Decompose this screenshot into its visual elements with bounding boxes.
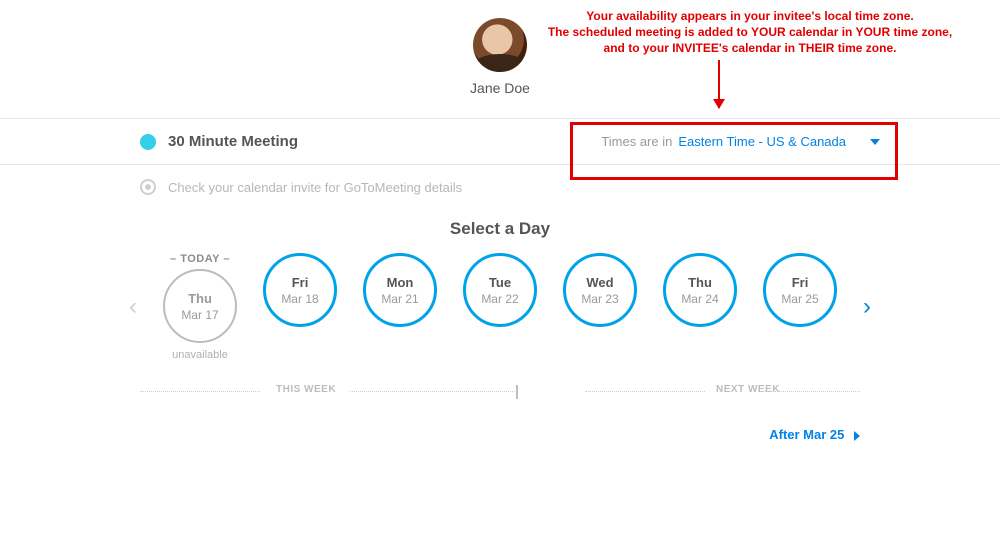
day-of-week: Thu	[688, 275, 712, 290]
next-week-label: NEXT WEEK	[710, 384, 786, 395]
day-option[interactable]: Thu Mar 24	[658, 253, 742, 327]
avatar	[473, 18, 527, 72]
timezone-selector[interactable]: Times are in Eastern Time - US & Canada	[601, 134, 880, 149]
dotted-line-icon	[585, 391, 705, 392]
day-circle[interactable]: Mon Mar 21	[363, 253, 437, 327]
day-option[interactable]: Mon Mar 21	[358, 253, 442, 327]
calendar-note-text: Check your calendar invite for GoToMeeti…	[168, 180, 462, 195]
day-picker: ‹ – TODAY – Thu Mar 17 unavailable Fri M…	[0, 253, 1000, 361]
day-date: Mar 21	[381, 292, 418, 306]
day-circle[interactable]: Wed Mar 23	[563, 253, 637, 327]
annotation-callout: Your availability appears in your invite…	[540, 8, 960, 57]
annotation-line: and to your INVITEE's calendar in THEIR …	[540, 40, 960, 56]
day-of-week: Mon	[387, 275, 414, 290]
day-option[interactable]: Wed Mar 23	[558, 253, 642, 327]
next-arrow-icon[interactable]: ›	[854, 293, 880, 321]
dotted-line-icon	[140, 391, 260, 392]
days-wrap: – TODAY – Thu Mar 17 unavailable Fri Mar…	[158, 253, 842, 361]
event-color-dot-icon	[140, 134, 156, 150]
event-bar: 30 Minute Meeting Times are in Eastern T…	[0, 118, 1000, 165]
day-date: Mar 25	[781, 292, 818, 306]
day-option[interactable]: Tue Mar 22	[458, 253, 542, 327]
annotation-line: Your availability appears in your invite…	[540, 8, 960, 24]
target-icon	[140, 179, 156, 195]
day-date: Mar 17	[181, 308, 218, 322]
event-title: 30 Minute Meeting	[168, 133, 298, 150]
triangle-right-icon	[854, 431, 860, 441]
after-date-text: After Mar 25	[769, 427, 844, 442]
annotation-line: The scheduled meeting is added to YOUR c…	[540, 24, 960, 40]
day-option[interactable]: Fri Mar 18	[258, 253, 342, 327]
day-date: Mar 18	[281, 292, 318, 306]
after-date-link[interactable]: After Mar 25	[0, 399, 1000, 442]
chevron-down-icon[interactable]	[870, 139, 880, 145]
today-marker: – TODAY –	[170, 253, 230, 265]
day-of-week: Fri	[292, 275, 309, 290]
calendar-note-row: Check your calendar invite for GoToMeeti…	[0, 165, 1000, 203]
timezone-label: Times are in	[601, 134, 672, 149]
dotted-line-icon	[760, 391, 860, 392]
day-date: Mar 22	[481, 292, 518, 306]
day-of-week: Wed	[586, 275, 613, 290]
timezone-value[interactable]: Eastern Time - US & Canada	[678, 134, 846, 149]
week-divider: THIS WEEK NEXT WEEK	[140, 385, 860, 399]
week-tick-icon	[516, 385, 518, 399]
dotted-line-icon	[350, 391, 515, 392]
day-date: Mar 23	[581, 292, 618, 306]
day-date: Mar 24	[681, 292, 718, 306]
day-circle[interactable]: Fri Mar 18	[263, 253, 337, 327]
day-of-week: Thu	[188, 291, 212, 306]
day-circle[interactable]: Tue Mar 22	[463, 253, 537, 327]
this-week-label: THIS WEEK	[270, 384, 342, 395]
prev-arrow-icon: ‹	[120, 293, 146, 321]
day-option: – TODAY – Thu Mar 17 unavailable	[158, 253, 242, 361]
day-circle[interactable]: Fri Mar 25	[763, 253, 837, 327]
unavailable-label: unavailable	[172, 349, 228, 361]
day-of-week: Tue	[489, 275, 511, 290]
day-option[interactable]: Fri Mar 25	[758, 253, 842, 327]
annotation-arrow-icon	[718, 60, 720, 108]
host-name: Jane Doe	[470, 80, 530, 96]
day-circle[interactable]: Thu Mar 24	[663, 253, 737, 327]
select-day-title: Select a Day	[0, 219, 1000, 239]
day-circle-unavailable: Thu Mar 17	[163, 269, 237, 343]
day-of-week: Fri	[792, 275, 809, 290]
